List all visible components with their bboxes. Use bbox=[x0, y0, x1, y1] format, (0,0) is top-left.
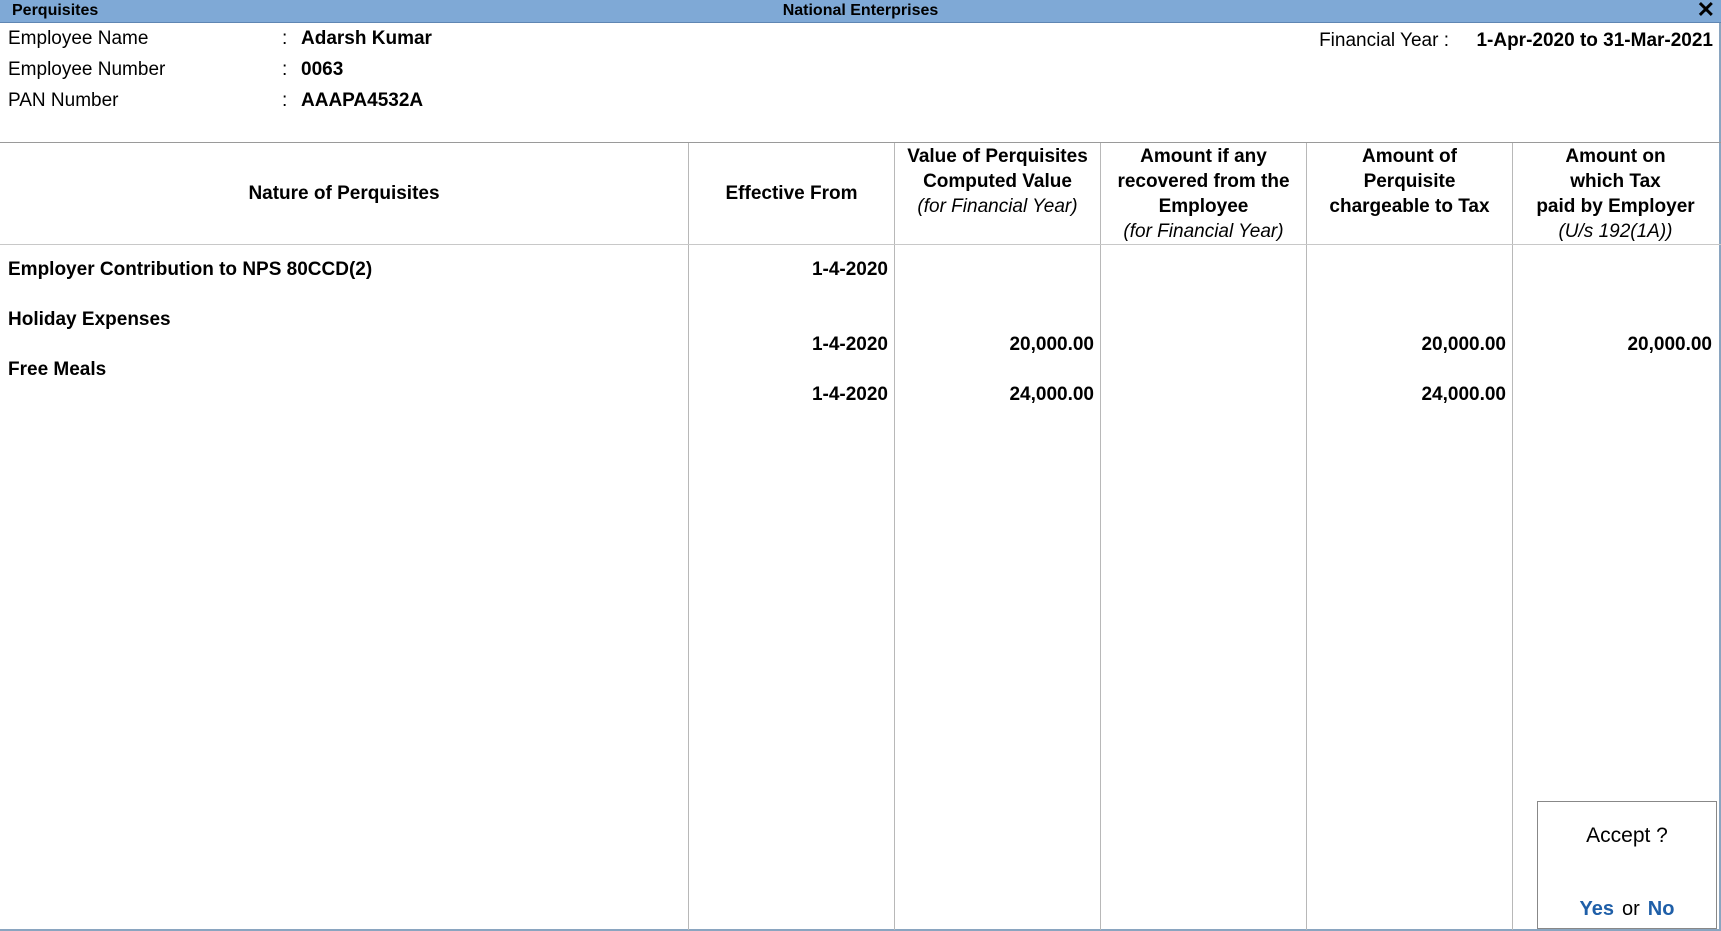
employee-number-value: 0063 bbox=[301, 59, 344, 80]
header-line: which Tax bbox=[1570, 170, 1661, 192]
header-line: (U/s 192(1A)) bbox=[1558, 220, 1673, 242]
header-line: (for Financial Year) bbox=[1123, 220, 1284, 242]
header-line: Amount of bbox=[1362, 145, 1457, 167]
header-effective-text: Effective From bbox=[725, 183, 858, 204]
computed-value[interactable]: 24,000.00 bbox=[1009, 384, 1094, 406]
computed-value[interactable]: 20,000.00 bbox=[1009, 334, 1094, 356]
column-divider bbox=[894, 143, 895, 930]
header-line: Value of Perquisites bbox=[907, 145, 1088, 167]
no-button[interactable]: No bbox=[1648, 898, 1675, 920]
header-line: Perquisite bbox=[1363, 170, 1456, 192]
column-divider bbox=[688, 143, 689, 930]
colon: : bbox=[282, 59, 288, 80]
financial-year-label: Financial Year : bbox=[1319, 30, 1449, 51]
colon: : bbox=[282, 28, 288, 49]
header-line: Computed Value bbox=[923, 170, 1072, 192]
column-divider bbox=[1306, 143, 1307, 930]
company-name: National Enterprises bbox=[782, 2, 939, 19]
column-divider bbox=[1100, 143, 1101, 930]
title-bar: Perquisites National Enterprises ✕ bbox=[0, 0, 1721, 23]
header-line: recovered from the bbox=[1117, 170, 1290, 192]
header-value-of-perquisites: Value of Perquisites Computed Value (for… bbox=[895, 143, 1100, 244]
header-line: (for Financial Year) bbox=[917, 195, 1078, 217]
perquisite-nature[interactable]: Free Meals bbox=[8, 359, 106, 381]
effective-from[interactable]: 1-4-2020 bbox=[812, 259, 888, 281]
employee-name-label: Employee Name bbox=[8, 28, 149, 49]
header-amount-chargeable: Amount of Perquisite chargeable to Tax bbox=[1307, 143, 1512, 244]
or-text: or bbox=[1622, 898, 1640, 920]
effective-from[interactable]: 1-4-2020 bbox=[812, 334, 888, 356]
effective-from[interactable]: 1-4-2020 bbox=[812, 384, 888, 406]
perquisites-window: Perquisites National Enterprises ✕ Emplo… bbox=[0, 0, 1721, 931]
header-nature: Nature of Perquisites bbox=[0, 143, 688, 244]
pan-number-value: AAAPA4532A bbox=[301, 90, 424, 111]
employee-info: Employee Name : Adarsh Kumar Employee Nu… bbox=[0, 22, 1721, 142]
header-tax-paid-by-employer: Amount on which Tax paid by Employer (U/… bbox=[1513, 143, 1718, 244]
perquisite-nature[interactable]: Holiday Expenses bbox=[8, 309, 171, 331]
employee-name-value: Adarsh Kumar bbox=[301, 28, 432, 49]
header-line: Amount on bbox=[1565, 145, 1666, 167]
employee-number-label: Employee Number bbox=[8, 59, 166, 80]
header-line: chargeable to Tax bbox=[1329, 195, 1490, 217]
accept-dialog: Accept ? Yes or No bbox=[1537, 801, 1717, 929]
header-line: paid by Employer bbox=[1536, 195, 1695, 217]
chargeable-amount[interactable]: 20,000.00 bbox=[1421, 334, 1506, 356]
header-divider bbox=[0, 244, 1721, 245]
header-line: Employee bbox=[1158, 195, 1249, 217]
perquisites-table: Nature of Perquisites Effective From Val… bbox=[0, 142, 1721, 930]
header-nature-text: Nature of Perquisites bbox=[248, 183, 440, 204]
chargeable-amount[interactable]: 24,000.00 bbox=[1421, 384, 1506, 406]
pan-number-label: PAN Number bbox=[8, 90, 119, 111]
column-divider bbox=[1512, 143, 1513, 930]
close-icon[interactable]: ✕ bbox=[1697, 0, 1715, 21]
header-amount-recovered: Amount if any recovered from the Employe… bbox=[1101, 143, 1306, 244]
header-effective-from: Effective From bbox=[689, 143, 894, 244]
colon: : bbox=[282, 90, 288, 111]
accept-question: Accept ? bbox=[1586, 824, 1668, 847]
accept-answer: Yes or No bbox=[1538, 898, 1716, 921]
header-line: Amount if any bbox=[1140, 145, 1267, 167]
financial-year-value: 1-Apr-2020 to 31-Mar-2021 bbox=[1476, 30, 1713, 51]
yes-button[interactable]: Yes bbox=[1580, 898, 1614, 920]
perquisite-nature[interactable]: Employer Contribution to NPS 80CCD(2) bbox=[8, 259, 372, 281]
tax-paid-amount[interactable]: 20,000.00 bbox=[1627, 334, 1712, 356]
